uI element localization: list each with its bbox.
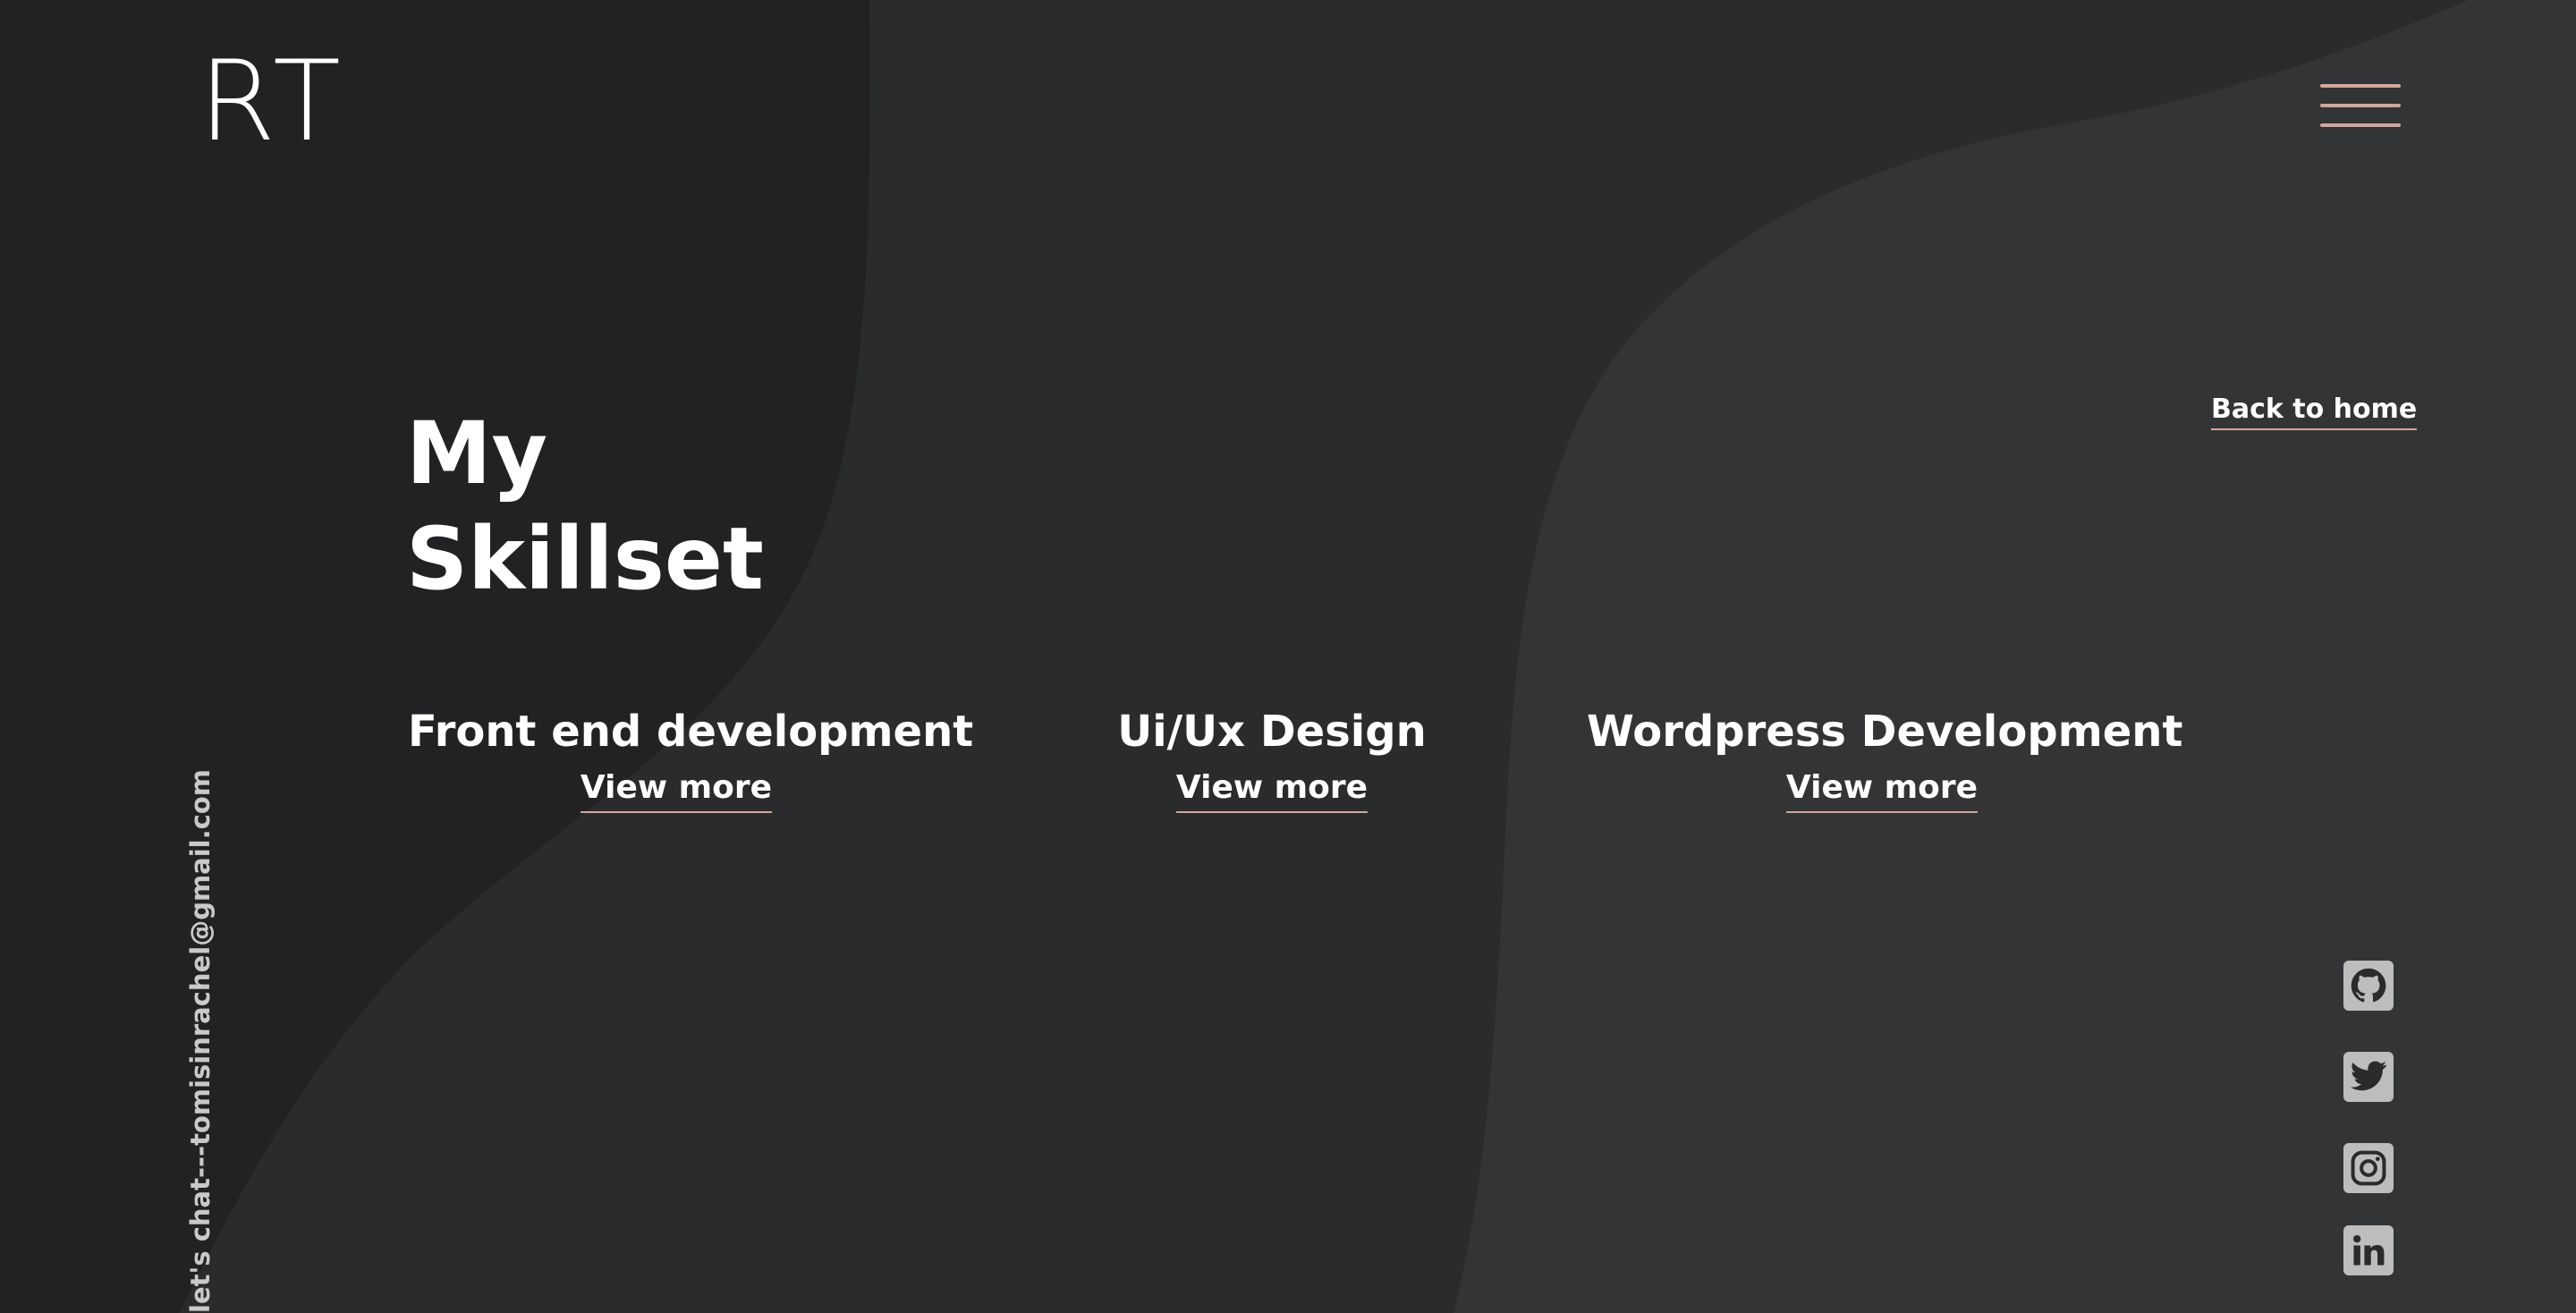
skill-wordpress: Wordpress Development View more [1587,705,2183,813]
skill-ui-ux: Ui/Ux Design View more [1093,705,1451,813]
view-more-link[interactable]: View more [580,769,773,813]
instagram-icon[interactable] [2343,1143,2394,1193]
skill-title: Ui/Ux Design [1117,707,1427,757]
background-shapes [0,0,2576,1313]
skill-front-end: Front end development View more [408,705,974,813]
skill-title: Front end development [408,707,974,757]
github-icon[interactable] [2343,961,2394,1011]
hamburger-menu-icon[interactable] [2320,84,2401,129]
menu-bar [2320,104,2401,107]
view-more-link[interactable]: View more [1175,769,1368,813]
skill-title: Wordpress Development [1587,707,2183,757]
page-title-line2: Skillset [406,509,764,609]
page-title-line1: My [406,403,548,504]
page: RT Back to home My Skillset Front end de… [0,0,2576,1313]
page-title: My Skillset [406,401,764,612]
menu-bar [2320,84,2401,88]
menu-bar [2320,123,2401,127]
logo[interactable]: RT [199,47,346,157]
back-to-home-link[interactable]: Back to home [2211,394,2418,430]
view-more-link[interactable]: View more [1785,769,1979,813]
linkedin-icon[interactable] [2343,1225,2394,1275]
contact-email[interactable]: let's chat---tomisinrachel@gmail.com [182,769,218,1313]
twitter-icon[interactable] [2343,1052,2394,1102]
